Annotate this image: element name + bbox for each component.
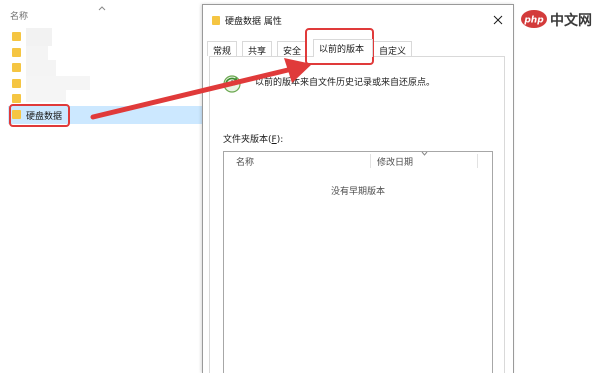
sort-chevron-up-icon	[98, 6, 106, 11]
file-explorer-pane: 名称 硬盘数据	[0, 0, 202, 373]
dialog-title: 硬盘数据 属性	[225, 17, 282, 27]
folder-icon	[12, 32, 21, 41]
folder-icon	[12, 48, 21, 57]
folder-icon	[12, 63, 21, 72]
folder-versions-label: 文件夹版本(F):	[223, 132, 283, 145]
previous-versions-info: 以前的版本来自文件历史记录或来自还原点。	[255, 78, 436, 88]
blurred-folder-name	[26, 90, 66, 102]
tab-security[interactable]: 安全	[277, 41, 308, 57]
tab-customize[interactable]: 自定义	[373, 41, 413, 57]
php-cn-watermark: php 中文网	[520, 6, 596, 32]
blurred-folder-name	[26, 76, 90, 90]
previous-versions-panel: 以前的版本来自文件历史记录或来自还原点。 文件夹版本(F): 名称 修改日期 没…	[209, 56, 505, 373]
close-button[interactable]	[489, 11, 507, 29]
tab-strip: 常规 共享 安全 以前的版本 自定义	[207, 39, 507, 57]
folder-icon	[212, 16, 220, 25]
folder-versions-label-suffix: ):	[276, 135, 284, 145]
column-divider[interactable]	[370, 154, 371, 168]
blurred-folder-name	[26, 60, 56, 76]
restore-clock-icon	[223, 75, 241, 93]
highlight-selected-folder	[9, 104, 70, 127]
tab-general[interactable]: 常规	[207, 41, 238, 57]
watermark-text: 中文网	[550, 13, 592, 29]
column-name-header[interactable]: 名称	[236, 155, 254, 168]
column-date-header[interactable]: 修改日期	[377, 155, 413, 168]
folder-versions-label-prefix: 文件夹版本(	[223, 135, 272, 145]
column-divider[interactable]	[477, 154, 478, 168]
empty-versions-message: 没有早期版本	[330, 187, 385, 197]
php-logo-text: php	[523, 16, 544, 26]
close-icon	[493, 15, 503, 25]
blurred-folder-name	[26, 46, 48, 60]
folder-icon	[12, 79, 21, 88]
blurred-folder-name	[26, 28, 52, 46]
php-logo-icon: php	[521, 10, 547, 28]
versions-list-header: 名称 修改日期	[224, 151, 492, 169]
sort-chevron-down-icon	[421, 151, 428, 156]
name-column-header[interactable]: 名称	[10, 9, 28, 22]
tab-sharing[interactable]: 共享	[242, 41, 273, 57]
folder-icon	[12, 94, 21, 103]
versions-list[interactable]: 名称 修改日期 没有早期版本	[223, 151, 493, 373]
tab-previous-versions[interactable]: 以前的版本	[313, 39, 373, 57]
